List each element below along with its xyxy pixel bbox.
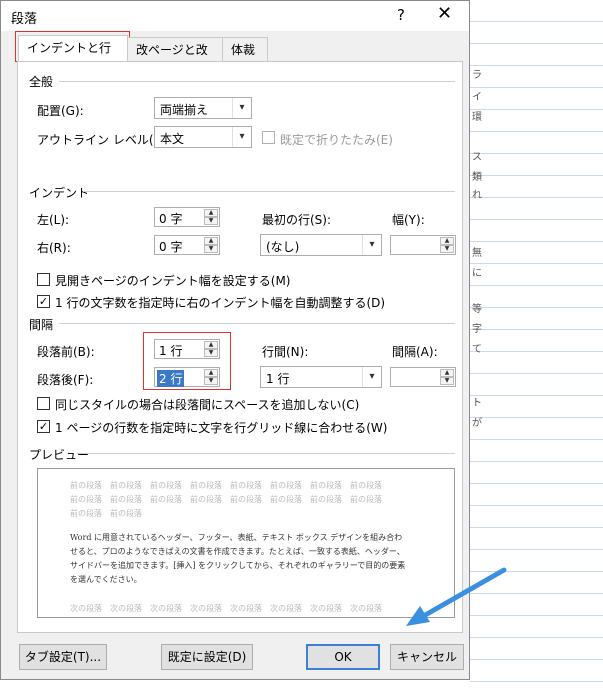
preview-body-text: Word に用意されているヘッダー、フッター、表紙、テキスト ボックス デザイン…: [70, 531, 410, 587]
preview-line: せると、プロのようなできばえの文書を作成できます。たとえば、一致する表紙、ヘッダ…: [70, 547, 405, 556]
background-glyph: て: [472, 344, 482, 355]
indent-width-input[interactable]: ▲ ▼: [390, 235, 456, 255]
background-glyph: 環: [472, 112, 482, 123]
preview-line: 前の段落 前の段落 前の段落 前の段落 前の段落 前の段落 前の段落 前の段落: [70, 481, 382, 490]
divider: [59, 81, 455, 82]
alignment-select[interactable]: 両端揃え ▾: [154, 97, 252, 119]
spin-down-icon[interactable]: ▼: [204, 245, 218, 253]
preview-line: 次の段落 次の段落 次の段落 次の段落 次の段落 次の段落 次の段落 次の段落: [70, 604, 382, 613]
snap-grid-label: 1 ページの行数を指定時に文字を行グリッド線に合わせる(W): [55, 421, 388, 435]
space-before-label: 段落前(B):: [37, 345, 95, 359]
highlight-box-tab: [15, 31, 130, 62]
background-glyph: に: [472, 268, 482, 279]
highlight-box-spacing: [143, 332, 231, 390]
background-glyph: イ: [472, 92, 482, 103]
indent-right-input[interactable]: 0 字 ▲ ▼: [154, 235, 220, 255]
snap-grid-checkbox[interactable]: ✓: [37, 420, 50, 433]
background-glyph: 無: [472, 248, 482, 259]
spin-down-icon[interactable]: ▼: [204, 217, 218, 225]
preview-line: 前の段落 前の段落: [70, 509, 142, 518]
background-glyph: 等: [472, 304, 482, 315]
auto-adjust-label: 1 行の文字数を指定時に右のインデント幅を自動調整する(D): [55, 296, 386, 310]
preview-line: を選んでください。: [70, 575, 142, 584]
annotation-arrow-icon: [406, 567, 507, 626]
background-glyph: 類: [472, 172, 482, 183]
spin-up-icon[interactable]: ▲: [440, 369, 454, 377]
special-indent-select[interactable]: (なし) ▾: [260, 234, 382, 256]
auto-adjust-checkbox[interactable]: ✓: [37, 295, 50, 308]
section-indent: インデント: [29, 186, 90, 200]
preview-box: 前の段落 前の段落 前の段落 前の段落 前の段落 前の段落 前の段落 前の段落前…: [37, 468, 455, 618]
set-default-button[interactable]: 既定に設定(D): [161, 644, 253, 670]
preview-line: 前の段落 前の段落 前の段落 前の段落 前の段落 前の段落 前の段落 前の段落: [70, 495, 382, 504]
background-glyph: れ: [472, 190, 482, 201]
title-bar: 段落 ? ✕: [1, 1, 469, 31]
background-glyph: ス: [472, 152, 482, 163]
chevron-down-icon: ▾: [232, 98, 251, 118]
section-general: 全般: [29, 75, 54, 89]
background-glyph: が: [472, 418, 482, 429]
preview-next-paragraphs: 次の段落 次の段落 次の段落 次の段落 次の段落 次の段落 次の段落 次の段落: [70, 602, 410, 616]
background-glyph: ラ: [472, 70, 482, 81]
background-glyph: ト: [472, 398, 482, 409]
line-spacing-label: 行間(N):: [262, 345, 309, 359]
close-icon[interactable]: ✕: [437, 3, 452, 24]
tab-line-page-breaks[interactable]: 改ページと改行: [127, 37, 223, 81]
space-after-label: 段落後(F):: [37, 373, 94, 387]
collapse-label: 既定で折りたたみ(E): [280, 133, 393, 147]
line-spacing-select[interactable]: 1 行 ▾: [260, 366, 382, 388]
indent-left-label: 左(L):: [37, 213, 70, 227]
no-space-label: 同じスタイルの場合は段落間にスペースを追加しない(C): [55, 398, 360, 412]
spin-up-icon[interactable]: ▲: [204, 209, 218, 217]
mirror-indents-checkbox[interactable]: [37, 273, 50, 286]
tab-typography[interactable]: 体裁: [222, 37, 268, 61]
section-spacing: 間隔: [29, 318, 54, 332]
indent-left-input[interactable]: 0 字 ▲ ▼: [154, 207, 220, 227]
help-icon[interactable]: ?: [397, 6, 405, 24]
chevron-down-icon: ▾: [362, 367, 381, 387]
preview-previous-paragraphs: 前の段落 前の段落 前の段落 前の段落 前の段落 前の段落 前の段落 前の段落前…: [70, 479, 410, 521]
chevron-down-icon: ▾: [232, 127, 251, 147]
spin-down-icon[interactable]: ▼: [440, 377, 454, 385]
chevron-down-icon: ▾: [362, 235, 381, 255]
tabs-button[interactable]: タブ設定(T)...: [19, 644, 107, 670]
special-indent-label: 最初の行(S):: [262, 213, 332, 227]
section-preview: プレビュー: [29, 448, 90, 462]
preview-line: サイドバーを追加できます。[挿入] をクリックしてから、それぞれのギャラリーで目…: [70, 561, 406, 570]
mirror-indents-label: 見開きページのインデント幅を設定する(M): [55, 274, 291, 288]
dialog-title: 段落: [11, 12, 38, 27]
no-space-checkbox[interactable]: [37, 397, 50, 410]
spacing-at-label: 間隔(A):: [392, 345, 438, 359]
divider: [77, 453, 455, 454]
alignment-label: 配置(G):: [37, 104, 84, 118]
spin-down-icon[interactable]: ▼: [440, 245, 454, 253]
spin-up-icon[interactable]: ▲: [440, 237, 454, 245]
background-glyph: 字: [472, 324, 482, 335]
outline-level-label: アウトライン レベル(O):: [37, 133, 172, 147]
divider: [59, 323, 455, 324]
indent-width-label: 幅(Y):: [392, 213, 425, 227]
collapse-checkbox[interactable]: [262, 131, 275, 144]
indent-right-label: 右(R):: [37, 241, 71, 255]
cancel-button[interactable]: キャンセル: [390, 644, 464, 670]
preview-line: Word に用意されているヘッダー、フッター、表紙、テキスト ボックス デザイン…: [70, 533, 403, 542]
divider: [83, 191, 455, 192]
outline-level-select[interactable]: 本文 ▾: [154, 126, 252, 148]
spin-up-icon[interactable]: ▲: [204, 237, 218, 245]
ok-button[interactable]: OK: [306, 644, 380, 670]
spacing-at-input[interactable]: ▲ ▼: [390, 367, 456, 387]
